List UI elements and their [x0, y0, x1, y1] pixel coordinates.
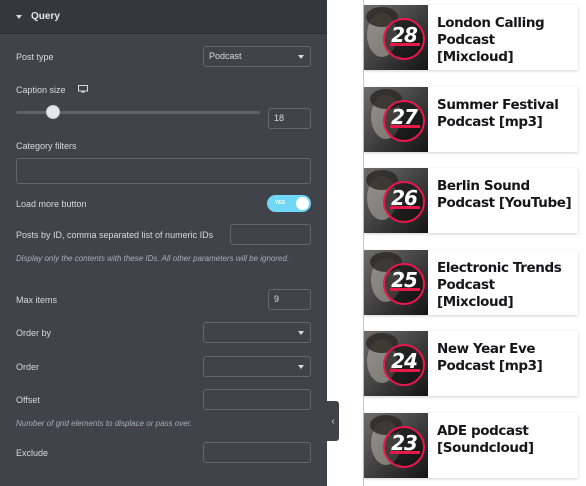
podcast-thumbnail[interactable]: 23	[364, 413, 428, 478]
chevron-left-icon: ‹	[331, 415, 335, 427]
posts-by-id-label: Posts by ID, comma separated list of num…	[16, 230, 214, 240]
post-type-control: Post type Podcast	[16, 46, 311, 68]
podcast-card[interactable]: 25 Electronic Trends Podcast [Mixcloud]	[364, 250, 578, 315]
order-by-label: Order by	[16, 328, 52, 338]
order-by-select[interactable]	[203, 322, 311, 343]
podcast-card[interactable]: 26 Berlin Sound Podcast [YouTube]	[364, 168, 578, 233]
max-items-label: Max items	[16, 295, 58, 305]
order-control: Order	[16, 356, 311, 377]
chevron-down-icon	[298, 55, 304, 59]
podcast-thumbnail[interactable]: 24	[364, 331, 428, 396]
podcast-thumbnail[interactable]: 26	[364, 168, 428, 233]
chevron-down-icon	[298, 365, 304, 369]
exclude-control: Exclude	[16, 442, 311, 463]
editor-panel: Query Post type Podcast Caption size 18 …	[0, 0, 327, 486]
posts-by-id-input[interactable]	[230, 224, 311, 245]
podcast-thumbnail[interactable]: 28	[364, 5, 428, 70]
monitor-icon[interactable]	[78, 85, 88, 93]
podcast-title[interactable]: Electronic Trends Podcast [Mixcloud]	[428, 250, 578, 315]
section-header-query[interactable]: Query	[0, 0, 327, 34]
max-items-input[interactable]: 9	[268, 289, 311, 310]
max-items-value: 9	[274, 294, 280, 304]
order-by-control: Order by	[16, 322, 311, 343]
post-type-label: Post type	[16, 52, 54, 62]
caption-size-slider-thumb[interactable]	[46, 105, 60, 119]
toggle-knob	[296, 197, 309, 210]
max-items-control: Max items 9	[16, 289, 311, 310]
load-more-label: Load more button	[16, 199, 87, 209]
posts-by-id-control: Posts by ID, comma separated list of num…	[16, 224, 311, 245]
podcast-title[interactable]: London Calling Podcast [Mixcloud]	[428, 5, 578, 70]
order-select[interactable]	[203, 356, 311, 377]
panel-collapse-button[interactable]: ‹	[327, 401, 339, 441]
podcast-number: 23	[391, 431, 418, 455]
exclude-input[interactable]	[203, 442, 311, 463]
offset-description: Number of grid elements to displace or p…	[16, 419, 193, 428]
category-filters-label: Category filters	[16, 141, 77, 151]
podcast-title[interactable]: Berlin Sound Podcast [YouTube]	[428, 168, 578, 233]
exclude-label: Exclude	[16, 448, 49, 458]
podcast-title[interactable]: New Year Eve Podcast [mp3]	[428, 331, 578, 396]
podcast-card[interactable]: 23 ADE podcast [Soundcloud]	[364, 413, 578, 478]
offset-input[interactable]	[203, 389, 311, 410]
load-more-control: Load more button YES	[16, 195, 311, 213]
podcast-title[interactable]: Summer Festival Podcast [mp3]	[428, 87, 578, 152]
podcast-card[interactable]: 27 Summer Festival Podcast [mp3]	[364, 87, 578, 152]
caret-down-icon	[16, 14, 22, 19]
toggle-text: YES	[275, 200, 286, 206]
caption-size-input[interactable]: 18	[268, 108, 311, 129]
order-label: Order	[16, 362, 40, 372]
podcast-number: 24	[391, 349, 418, 373]
podcast-thumbnail[interactable]: 25	[364, 250, 428, 315]
section-title: Query	[31, 11, 60, 22]
posts-by-id-description: Display only the contents with these IDs…	[16, 254, 290, 263]
podcast-number: 26	[391, 186, 418, 210]
post-type-value: Podcast	[209, 51, 242, 61]
caption-size-label: Caption size	[16, 85, 66, 95]
chevron-down-icon	[298, 331, 304, 335]
category-filters-input[interactable]	[16, 158, 311, 184]
podcast-card[interactable]: 28 London Calling Podcast [Mixcloud]	[364, 5, 578, 70]
offset-control: Offset	[16, 389, 311, 410]
podcast-thumbnail[interactable]: 27	[364, 87, 428, 152]
caption-size-value: 18	[274, 113, 285, 123]
podcast-title[interactable]: ADE podcast [Soundcloud]	[428, 413, 578, 478]
category-filters-control: Category filters	[16, 140, 311, 184]
podcast-number: 28	[391, 23, 418, 47]
podcast-number: 27	[391, 105, 418, 129]
offset-label: Offset	[16, 395, 40, 405]
podcast-number: 25	[391, 268, 418, 292]
load-more-toggle[interactable]: YES	[267, 195, 311, 212]
caption-size-control: Caption size 18	[16, 84, 311, 130]
post-type-select[interactable]: Podcast	[203, 46, 311, 67]
podcast-card[interactable]: 24 New Year Eve Podcast [mp3]	[364, 331, 578, 396]
